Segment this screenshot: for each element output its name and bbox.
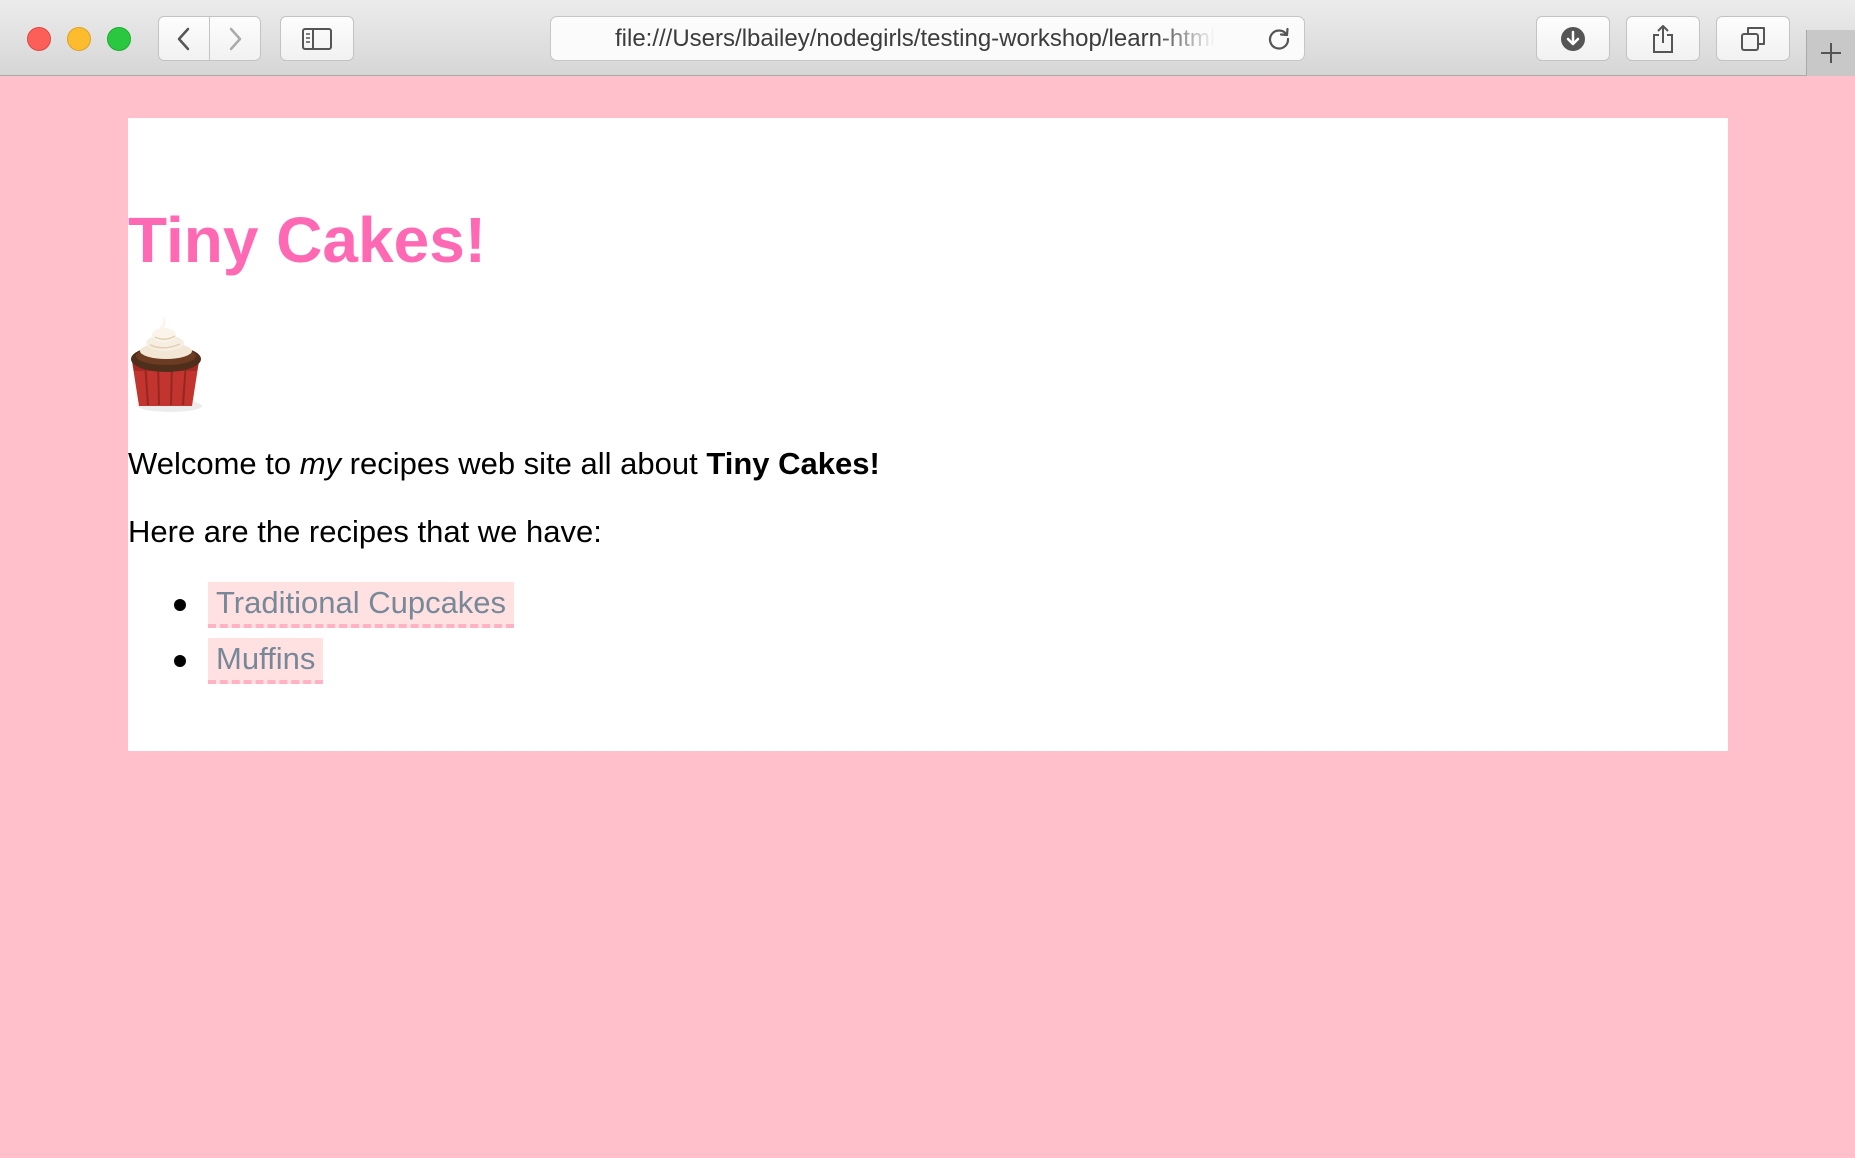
list-item: Traditional Cupcakes (128, 582, 515, 638)
sidebar-icon (302, 27, 332, 50)
bullet (174, 655, 186, 667)
recipe-link-traditional-cupcakes[interactable]: Traditional Cupcakes (208, 582, 515, 628)
downloads-button[interactable] (1536, 16, 1610, 61)
welcome-text-middle: recipes web site all about (341, 446, 707, 481)
forward-button[interactable] (209, 16, 261, 61)
sidebar-button[interactable] (280, 16, 354, 61)
chevron-right-icon (229, 27, 242, 50)
recipe-list: Traditional Cupcakes Muffins (128, 582, 515, 694)
address-bar[interactable]: file:///Users/lbailey/nodegirls/testing-… (550, 16, 1305, 61)
welcome-strong: Tiny Cakes! (706, 446, 880, 481)
recipes-intro: Here are the recipes that we have: (128, 514, 602, 549)
close-window-button[interactable] (27, 27, 51, 51)
browser-toolbar: file:///Users/lbailey/nodegirls/testing-… (0, 0, 1855, 76)
tabs-overview-icon (1741, 26, 1765, 51)
welcome-emphasis: my (299, 446, 342, 481)
cupcake-image (131, 316, 202, 412)
share-button[interactable] (1626, 16, 1700, 61)
recipe-link-muffins[interactable]: Muffins (208, 638, 324, 684)
share-icon (1653, 24, 1673, 53)
web-page: Tiny Cakes! Welcome to my recipes web si… (0, 76, 1855, 1158)
tab-overview-button[interactable] (1716, 16, 1790, 61)
zoom-window-button[interactable] (107, 27, 131, 51)
download-icon (1561, 26, 1585, 51)
minimize-window-button[interactable] (67, 27, 91, 51)
plus-icon (1821, 43, 1841, 63)
reload-icon[interactable] (1266, 26, 1292, 52)
page-title: Tiny Cakes! (128, 204, 487, 276)
chevron-left-icon (177, 27, 190, 50)
bullet (174, 599, 186, 611)
back-button[interactable] (158, 16, 210, 61)
welcome-text-start: Welcome to (128, 446, 300, 481)
content-card: Tiny Cakes! Welcome to my recipes web si… (128, 118, 1728, 751)
welcome-text: Welcome to my recipes web site all about… (128, 446, 880, 482)
new-tab-button[interactable] (1806, 30, 1855, 76)
list-item: Muffins (128, 638, 514, 694)
url-text[interactable]: file:///Users/lbailey/nodegirls/testing-… (615, 17, 1215, 60)
